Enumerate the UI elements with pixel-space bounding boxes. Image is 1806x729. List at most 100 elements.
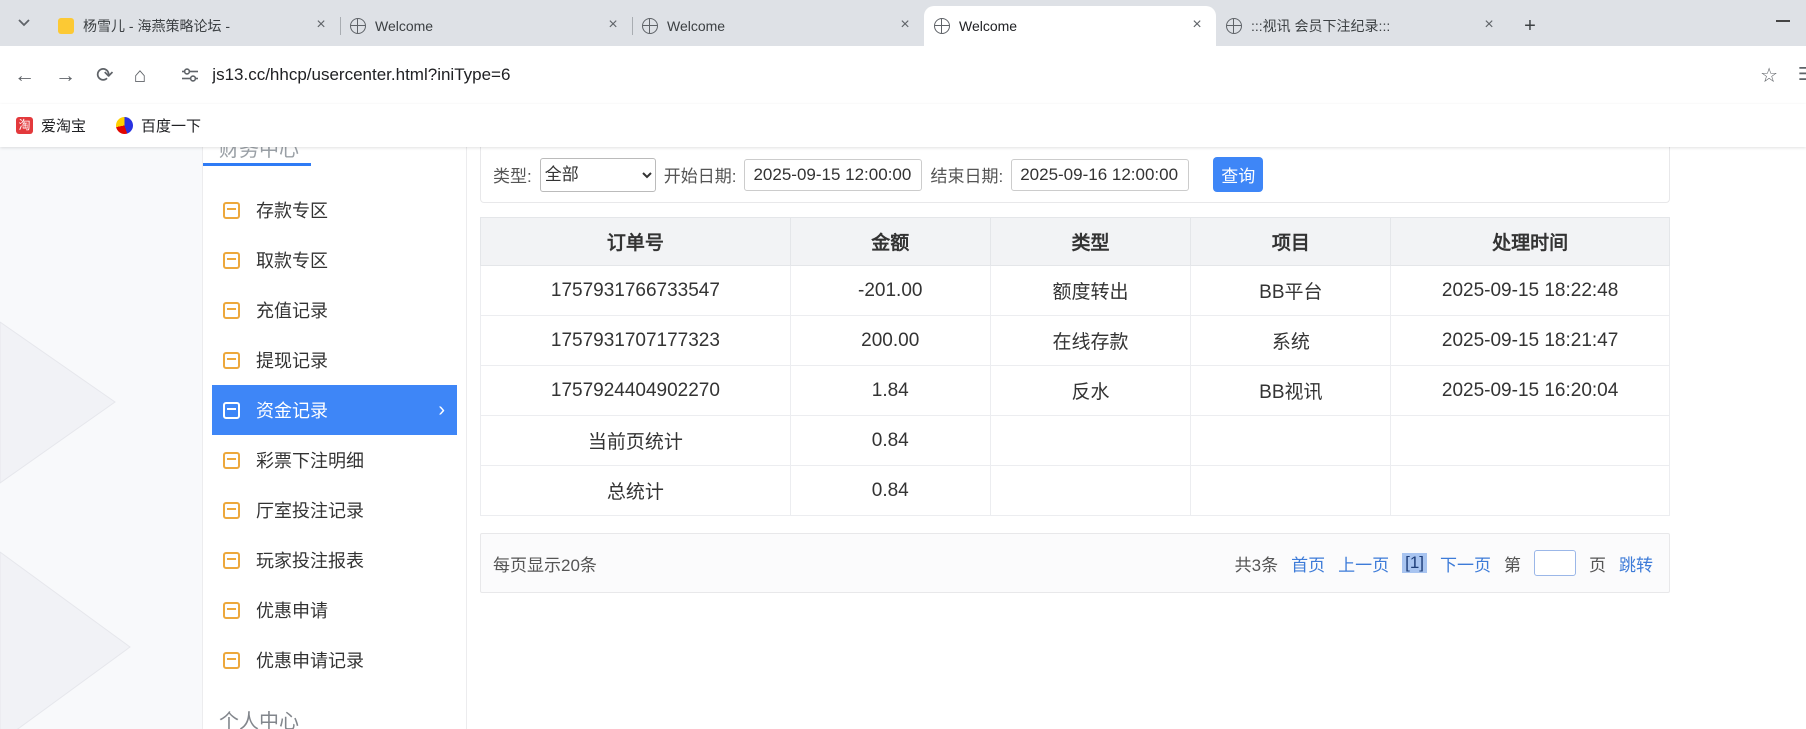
globe-icon <box>642 18 658 34</box>
minimize-button[interactable] <box>1776 20 1790 22</box>
end-date-input[interactable] <box>1011 158 1190 191</box>
jump-label-post: 页 <box>1589 555 1606 575</box>
browser-tab[interactable]: 杨雪儿 - 海燕策略论坛 - × <box>48 6 340 46</box>
decorative-triangles <box>0 321 131 729</box>
bookmark-label: 爱淘宝 <box>41 118 87 135</box>
sidebar-item-label: 彩票下注明细 <box>256 451 364 471</box>
new-tab-button[interactable]: + <box>1516 12 1544 40</box>
sidebar-item[interactable]: 彩票下注明细 › <box>203 435 466 485</box>
type-label: 类型: <box>493 167 532 186</box>
globe-icon <box>350 18 366 34</box>
table-header-cell: 订单号 <box>480 217 791 266</box>
sidebar-item-label: 存款专区 <box>256 201 328 221</box>
sidebar-item-label: 玩家投注报表 <box>256 551 364 571</box>
tab-close-icon[interactable]: × <box>896 17 914 35</box>
table-cell: 2025-09-15 18:21:47 <box>1390 315 1670 366</box>
prev-page-link[interactable]: 上一页 <box>1338 551 1389 576</box>
tab-close-icon[interactable]: × <box>312 17 330 35</box>
filter-bar: 类型: 全部 开始日期: 结束日期: 查询 <box>480 147 1670 203</box>
tab-close-icon[interactable]: × <box>1480 17 1498 35</box>
page-jump-input[interactable] <box>1534 550 1576 576</box>
type-select[interactable]: 全部 <box>539 157 656 192</box>
table-cell: 在线存款 <box>989 315 1192 366</box>
table-cell: 总统计 <box>480 465 791 516</box>
table-cell: 2025-09-15 16:20:04 <box>1390 365 1670 416</box>
baidu-icon <box>116 117 134 134</box>
toolbar-menu-icon[interactable]: ☰ <box>1798 64 1806 85</box>
sidebar-item[interactable]: 优惠申请记录 › <box>203 635 466 685</box>
table-row: 当前页统计 0.84 <box>480 415 1670 466</box>
browser-tab[interactable]: :::视讯 会员下注纪录::: × <box>1216 6 1508 46</box>
query-button[interactable]: 查询 <box>1213 157 1264 192</box>
next-page-link[interactable]: 下一页 <box>1440 551 1491 576</box>
page-background <box>0 147 202 729</box>
table-cell: 2025-09-15 18:22:48 <box>1390 265 1670 316</box>
table-row: 1757931707177323 200.00 在线存款 系统 2025-09-15 1… <box>480 315 1670 366</box>
sidebar-item[interactable]: 优惠申请 › <box>203 585 466 635</box>
bookmark-star-icon[interactable]: ☆ <box>1760 63 1778 88</box>
tab-title: Welcome <box>667 18 726 34</box>
reload-button[interactable]: ⟳ <box>96 65 114 86</box>
table-cell: 0.84 <box>789 465 991 516</box>
sidebar-item[interactable]: 存款专区 › <box>203 185 466 235</box>
browser-tab-bar: 杨雪儿 - 海燕策略论坛 - × Welcome × Welcome × Wel… <box>0 0 1806 46</box>
pagination-bar: 每页显示20条 共3条 首页 上一页 [1] 下一页 第 页 跳转 <box>480 533 1670 593</box>
sidebar-section-title: 财务中心 <box>219 147 299 161</box>
forward-button[interactable]: → <box>55 65 76 86</box>
table-cell: 1.84 <box>789 365 991 416</box>
browser-tab[interactable]: Welcome × <box>632 6 924 46</box>
site-settings-icon[interactable] <box>180 65 200 85</box>
table-row: 1757931766733547 -201.00 额度转出 BB平台 2025-09-1… <box>480 265 1670 316</box>
tab-close-icon[interactable]: × <box>1188 17 1206 35</box>
menu-icon <box>223 601 240 619</box>
tab-search-button[interactable] <box>12 11 36 35</box>
table-cell: 200.00 <box>789 315 991 366</box>
home-button[interactable]: ⌂ <box>134 65 147 86</box>
tab-strip: 杨雪儿 - 海燕策略论坛 - × Welcome × Welcome × Wel… <box>48 6 1508 46</box>
sidebar-item[interactable]: 提现记录 › <box>203 335 466 385</box>
table-header-cell: 金额 <box>789 217 991 266</box>
jump-link[interactable]: 跳转 <box>1619 551 1653 576</box>
tab-title: 杨雪儿 - 海燕策略论坛 - <box>83 18 230 34</box>
menu-icon <box>223 551 240 569</box>
table-cell: 1757924404902270 <box>480 365 791 416</box>
table-cell: -201.00 <box>789 265 991 316</box>
table-cell: 反水 <box>989 365 1192 416</box>
table-cell <box>1390 465 1670 516</box>
table-cell: 1757931707177323 <box>480 315 791 366</box>
browser-tab[interactable]: Welcome × <box>924 6 1216 46</box>
tab-title: Welcome <box>375 18 434 34</box>
table-header-cell: 项目 <box>1190 217 1392 266</box>
sidebar-item[interactable]: 玩家投注报表 › <box>203 535 466 585</box>
sidebar-item[interactable]: 取款专区 › <box>203 235 466 285</box>
sidebar-item-label: 提现记录 <box>256 351 328 371</box>
first-page-link[interactable]: 首页 <box>1291 551 1325 576</box>
table-cell: 额度转出 <box>989 265 1192 316</box>
back-button[interactable]: ← <box>14 65 35 86</box>
table-header-row: 订单号 金额 类型 项目 处理时间 <box>480 217 1670 266</box>
sidebar-item[interactable]: 资金记录 › <box>212 385 457 435</box>
sidebar-section-title-bottom: 个人中心 <box>219 711 299 729</box>
sidebar-item[interactable]: 厅室投注记录 › <box>203 485 466 535</box>
menu-icon <box>223 401 240 419</box>
sidebar-item[interactable]: 充值记录 › <box>203 285 466 335</box>
table-row: 1757924404902270 1.84 反水 BB视讯 2025-09-15 16:… <box>480 365 1670 416</box>
menu-icon <box>223 351 240 369</box>
sidebar: 财务中心 存款专区 › 取款专区 › 充值记录 › 提现记录 › 资金记录 › … <box>202 147 467 729</box>
browser-toolbar: ← → ⟳ ⌂ js13.cc/hhcp/usercenter.html?ini… <box>0 46 1806 104</box>
bookmark-item[interactable]: 淘 爱淘宝 <box>16 115 86 136</box>
records-tbody: 1757931766733547 -201.00 额度转出 BB平台 2025-09-1… <box>480 265 1670 516</box>
tab-title: Welcome <box>959 18 1018 34</box>
url-text[interactable]: js13.cc/hhcp/usercenter.html?iniType=6 <box>212 65 1748 85</box>
sidebar-item-label: 取款专区 <box>256 251 328 271</box>
sidebar-item-label: 优惠申请记录 <box>256 651 364 671</box>
bookmark-item[interactable]: 百度一下 <box>116 115 201 136</box>
per-page-label: 每页显示20条 <box>493 555 597 575</box>
globe-icon <box>1226 18 1242 34</box>
table-cell <box>989 415 1192 466</box>
address-bar[interactable]: js13.cc/hhcp/usercenter.html?iniType=6 ☆ <box>166 56 1792 94</box>
globe-icon <box>934 18 950 34</box>
tab-close-icon[interactable]: × <box>604 17 622 35</box>
browser-tab[interactable]: Welcome × <box>340 6 632 46</box>
start-date-input[interactable] <box>744 158 923 191</box>
